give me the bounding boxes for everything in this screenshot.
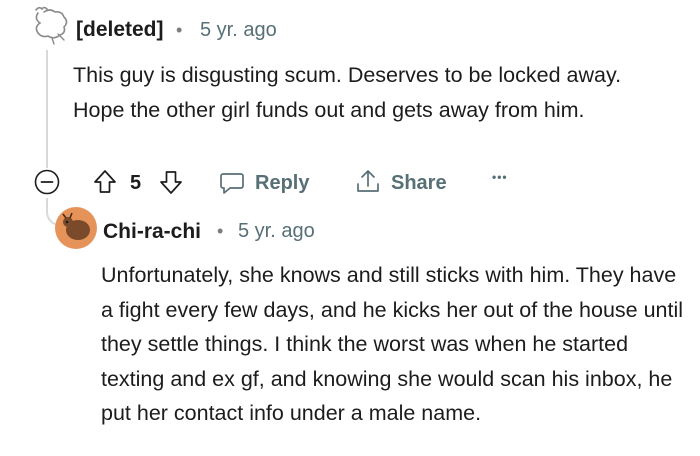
upvote-icon[interactable] [92, 168, 118, 196]
share-icon [354, 167, 382, 195]
thread-line[interactable] [46, 50, 48, 168]
vote-count: 5 [130, 172, 142, 194]
collapse-icon[interactable] [33, 168, 61, 196]
share-label: Share [391, 172, 447, 194]
comment-body: This guy is disgusting scum. Deserves to… [73, 63, 622, 122]
comment-author[interactable]: Chi-ra-chi [103, 220, 201, 244]
meta-separator: • [217, 221, 224, 241]
comment-author[interactable]: [deleted] [76, 18, 164, 42]
deleted-avatar-icon[interactable] [28, 4, 72, 48]
meta-separator: • [176, 20, 183, 40]
comment-reply: Chi-ra-chi • 5 yr. ago Unfortunately, sh… [0, 200, 700, 456]
reply-label: Reply [255, 172, 310, 194]
comment-action-bar: 5 Reply Share ••• [0, 162, 700, 200]
comment-timestamp[interactable]: 5 yr. ago [200, 19, 277, 42]
comment-timestamp[interactable]: 5 yr. ago [238, 220, 315, 243]
comment-body: Unfortunately, she knows and still stick… [101, 263, 684, 425]
user-avatar-icon[interactable] [54, 206, 98, 250]
share-button[interactable]: Share [354, 166, 454, 198]
more-icon[interactable]: ••• [492, 170, 508, 184]
downvote-icon[interactable] [158, 168, 184, 196]
reply-button[interactable]: Reply [218, 166, 318, 198]
reply-icon [218, 168, 246, 196]
